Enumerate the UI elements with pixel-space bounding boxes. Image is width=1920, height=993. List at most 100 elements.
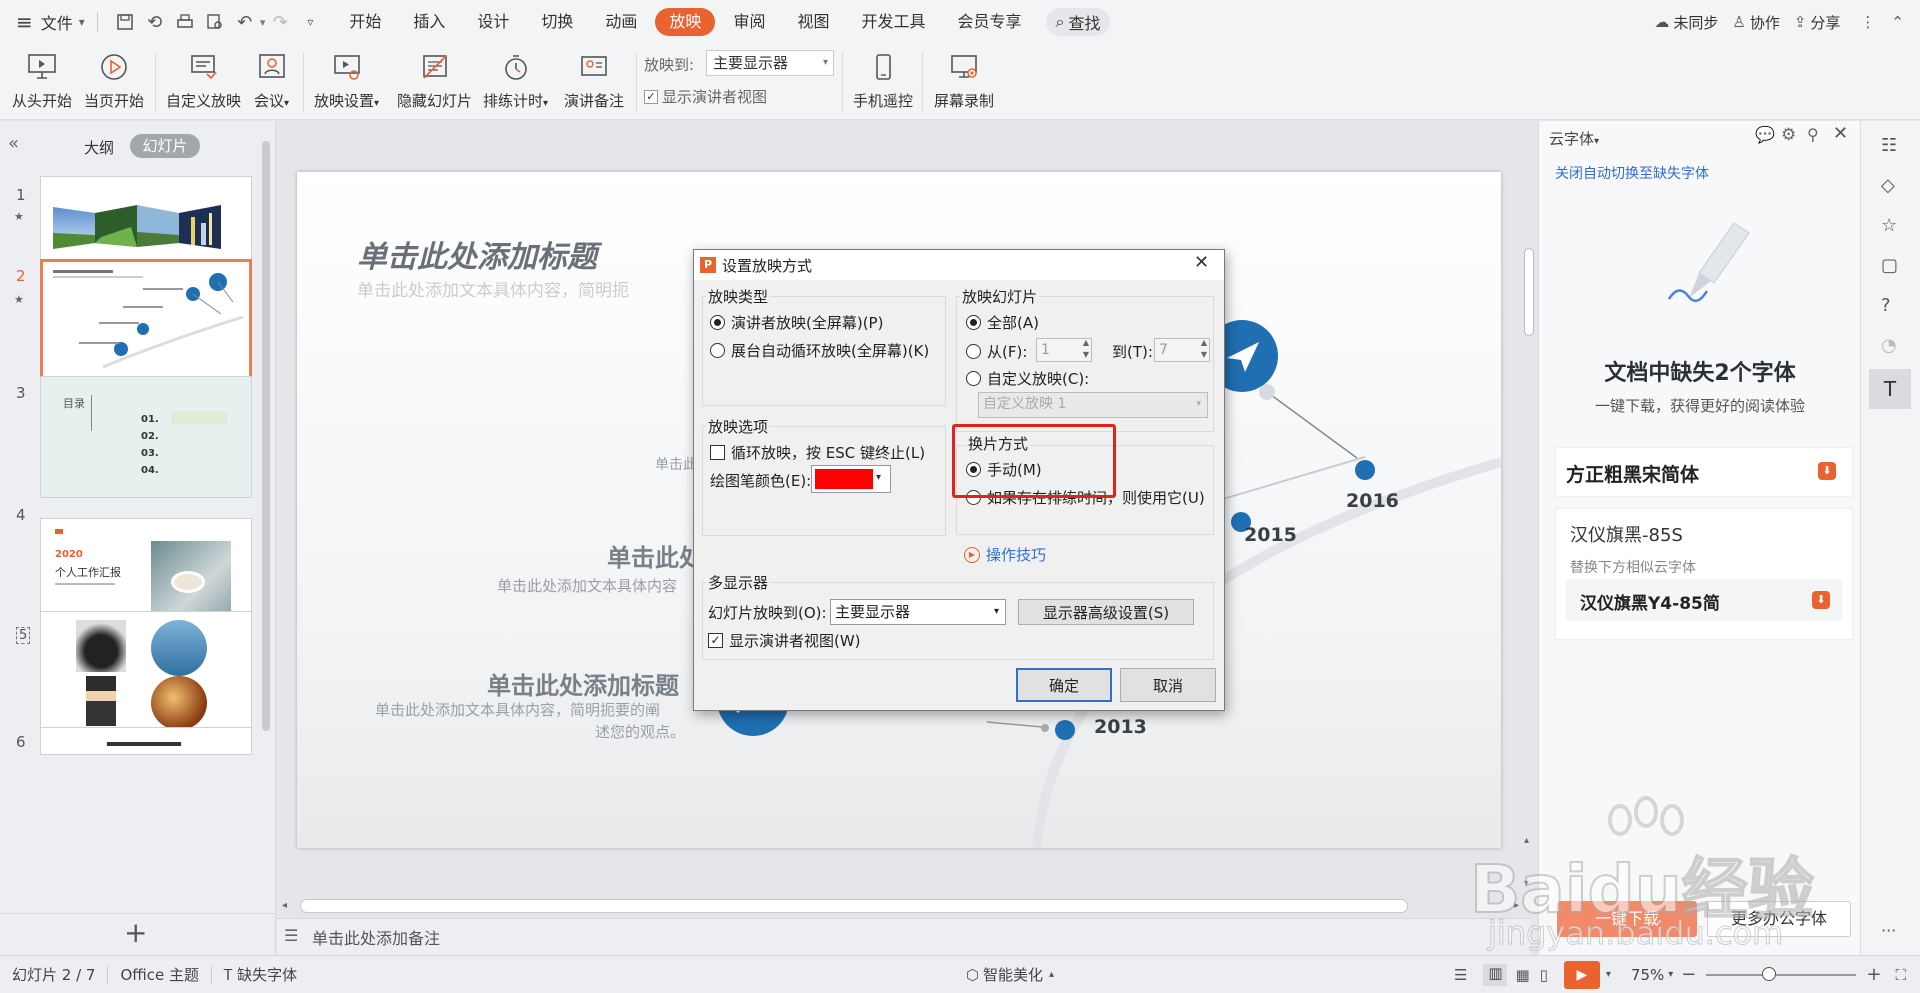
one-click-download-button[interactable]: 一键下载 (1557, 901, 1697, 937)
scroll-left-icon[interactable]: ◂ (282, 900, 287, 911)
disable-auto-switch-link[interactable]: 关闭自动切换至缺失字体 (1555, 163, 1709, 183)
slide-horizontal-scrollbar[interactable] (300, 899, 1408, 913)
missing-font-status[interactable]: 缺失字体 (237, 964, 297, 985)
slides-icon[interactable]: ▢ (1881, 255, 1898, 276)
sync-status[interactable]: 未同步 (1673, 12, 1718, 33)
chevron-down-icon[interactable]: ▾ (1606, 969, 1611, 980)
format-painter-icon[interactable]: ⟲ (140, 7, 170, 37)
file-menu[interactable]: 文件 (41, 10, 73, 34)
fit-window-icon[interactable]: ⛶ (1895, 966, 1906, 984)
search-button[interactable]: ⌕ 查找 (1045, 8, 1111, 36)
zoom-out-icon[interactable]: − (1681, 964, 1696, 985)
tab-2[interactable]: 设计 (463, 8, 523, 36)
scroll-right-icon[interactable]: ▸ (1514, 900, 1519, 911)
zoom-slider[interactable] (1706, 966, 1857, 981)
slide-vertical-scrollbar[interactable] (1524, 248, 1534, 336)
chevron-down-icon[interactable]: ▾ (79, 15, 85, 29)
pen-color-picker[interactable]: ▾ (811, 465, 891, 493)
close-icon[interactable]: ✕ (1833, 123, 1848, 144)
kiosk-mode-radio[interactable]: 展台自动循环放映(全屏幕)(K) (710, 340, 929, 361)
share-button[interactable]: 分享 (1810, 12, 1840, 33)
speaker-notes-button[interactable]: 演讲备注 (564, 50, 624, 111)
from-current-button[interactable]: 当页开始 (84, 50, 144, 111)
grid-view-icon[interactable]: ▦ (1515, 966, 1529, 984)
collab-button[interactable]: 协作 (1750, 12, 1780, 33)
meeting-button[interactable]: 会议▾ (254, 50, 289, 111)
notes-pane[interactable] (277, 918, 1531, 955)
tab-3[interactable]: 切换 (527, 8, 587, 36)
phone-remote-button[interactable]: 手机遥控 (853, 50, 913, 111)
slide-thumbnail-6[interactable] (40, 727, 252, 755)
spinner-icon[interactable]: ▲ ▼ (1083, 337, 1089, 361)
loop-checkbox[interactable]: 循环放映，按 ESC 键终止(L) (710, 442, 925, 463)
chevron-up-icon[interactable]: ▴ (1524, 835, 1529, 846)
sliders-icon[interactable]: ☷ (1881, 135, 1897, 156)
custom-show-radio[interactable]: 自定义放映(C): (966, 368, 1089, 389)
pin-icon[interactable]: ⚲ (1807, 125, 1819, 144)
tab-0[interactable]: 开始 (335, 8, 395, 36)
collab-icon[interactable]: ♙ (1732, 13, 1745, 31)
chevron-down-icon[interactable]: ▾ (1524, 878, 1529, 889)
shapes-icon[interactable]: ◇ (1881, 175, 1895, 196)
show-settings-button[interactable]: 放映设置▾ (314, 50, 379, 111)
theme-name[interactable]: Office 主题 (120, 964, 199, 985)
star-icon[interactable]: ☆ (1881, 215, 1897, 236)
slide-thumbnail-3[interactable]: 目录 01. 02. 03. 04. (40, 376, 252, 498)
dialog-close-button[interactable]: ✕ (1194, 252, 1209, 273)
more-vertical-icon[interactable]: ⋮ (1860, 13, 1875, 31)
feedback-icon[interactable]: 💬 (1755, 125, 1775, 144)
show-to-select[interactable]: 主要显示器 ▾ (706, 50, 834, 76)
chevron-up-icon[interactable]: ▴ (1049, 969, 1054, 980)
reading-view-icon[interactable]: ▯ (1540, 966, 1548, 984)
more-horizontal-icon[interactable]: ··· (1881, 921, 1896, 940)
monitor-select[interactable]: 主要显示器 ▾ (830, 599, 1006, 625)
font-card-1[interactable]: 方正粗黑宋简体 ⬇ (1555, 447, 1853, 497)
tab-7[interactable]: 视图 (783, 8, 843, 36)
rehearse-timing-button[interactable]: 排练计时▾ (483, 50, 548, 111)
presenter-mode-radio[interactable]: 演讲者放映(全屏幕)(P) (710, 312, 883, 333)
normal-view-icon[interactable]: ▥ (1483, 963, 1508, 986)
tab-6[interactable]: 审阅 (719, 8, 779, 36)
more-icon[interactable]: ▿ (295, 7, 325, 37)
ok-button[interactable]: 确定 (1016, 668, 1112, 702)
font-panel-icon[interactable]: T (1869, 369, 1911, 409)
share-icon[interactable]: ⇪ (1794, 13, 1807, 31)
font-card-2[interactable]: 汉仪旗黑-85S 替换下方相似云字体 汉仪旗黑Y4-85简 ⬇ (1555, 508, 1853, 640)
beautify-button[interactable]: 智能美化 (983, 964, 1043, 985)
zoom-in-icon[interactable]: + (1866, 964, 1881, 985)
zoom-level[interactable]: 75% (1631, 966, 1664, 984)
undo-icon[interactable]: ↶ (230, 7, 260, 37)
hide-slide-button[interactable]: 隐藏幻灯片 (397, 50, 472, 111)
tab-1[interactable]: 插入 (399, 8, 459, 36)
cancel-button[interactable]: 取消 (1120, 668, 1216, 702)
plus-icon[interactable]: + (124, 916, 147, 949)
tab-5[interactable]: 放映 (655, 8, 716, 36)
hamburger-icon[interactable]: ≡ (16, 10, 33, 34)
spinner-icon[interactable]: ▲ ▼ (1201, 337, 1207, 361)
more-fonts-button[interactable]: 更多办公字体 (1707, 901, 1851, 937)
font-suggestion[interactable]: 汉仪旗黑Y4-85简 ⬇ (1566, 579, 1842, 621)
download-icon[interactable]: ⬇ (1812, 591, 1830, 609)
zoom-slider-handle[interactable] (1762, 966, 1777, 981)
slide-thumbnail-2[interactable] (40, 259, 252, 385)
tab-9[interactable]: 会员专享 (943, 8, 1035, 36)
chevron-down-icon[interactable]: ▾ (1668, 969, 1673, 980)
tab-8[interactable]: 开发工具 (847, 8, 939, 36)
cloud-icon[interactable]: ☁ (1654, 13, 1669, 31)
print-icon[interactable] (170, 7, 200, 37)
to-slide-input[interactable]: 7 ▲ ▼ (1154, 338, 1210, 362)
gear-icon[interactable]: ⚙ (1781, 125, 1796, 145)
from-slide-input[interactable]: 1 ▲ ▼ (1036, 338, 1092, 362)
print-preview-icon[interactable] (200, 7, 230, 37)
tab-slides[interactable]: 幻灯片 (130, 134, 200, 158)
all-slides-radio[interactable]: 全部(A) (966, 312, 1039, 333)
help-icon[interactable]: ? (1881, 295, 1891, 316)
slide-counter[interactable]: 幻灯片 2 / 7 (12, 964, 95, 985)
screen-record-button[interactable]: 屏幕录制 (934, 50, 994, 111)
play-button[interactable]: ▶ (1563, 960, 1600, 989)
custom-show-button[interactable]: 自定义放映 (166, 50, 241, 111)
panel-header[interactable]: 云字体▾ (1549, 128, 1599, 149)
lightbulb-icon[interactable]: ◔ (1881, 335, 1897, 356)
collapse-panel-icon[interactable]: « (8, 133, 19, 154)
collapse-ribbon-icon[interactable]: ⌃ (1891, 13, 1904, 31)
